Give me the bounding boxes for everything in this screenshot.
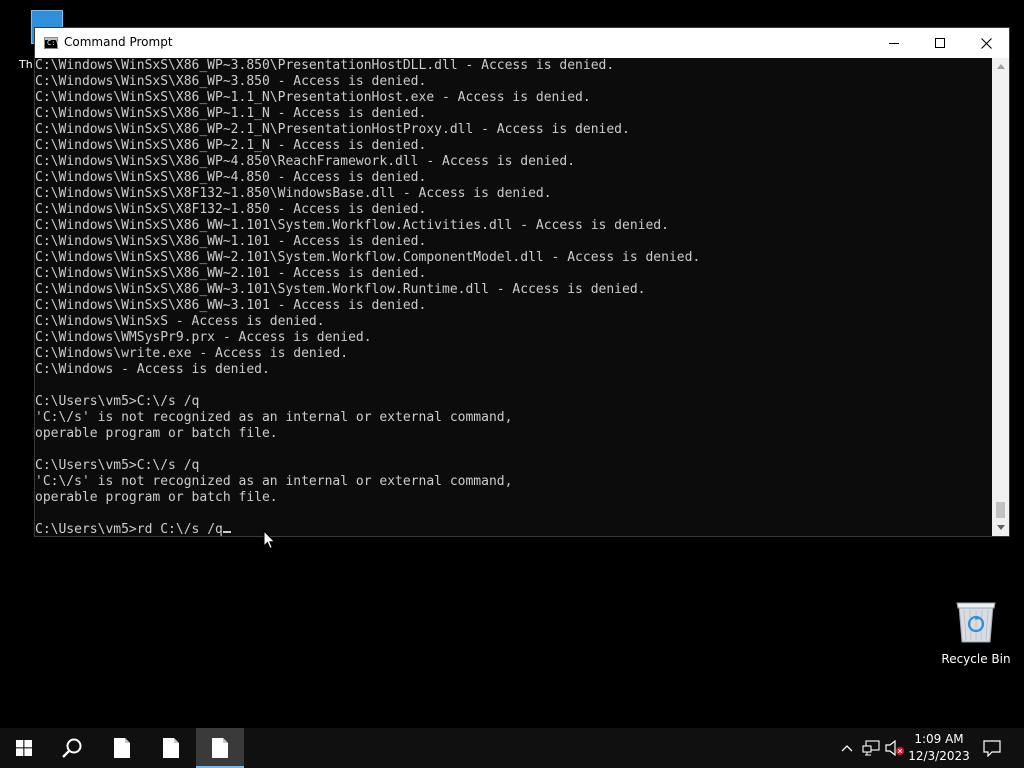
text-caret [222,531,231,533]
volume-button[interactable] [884,728,906,768]
taskbar-app-1[interactable] [98,728,146,768]
console-line: C:\Windows\WinSxS\X86_WP~4.850\ReachFram… [35,154,576,169]
console-line: C:\Windows\WinSxS\X86_WW~1.101 - Access … [35,234,427,249]
console-line: C:\Windows\WinSxS\X86_WP~3.850\Presentat… [35,58,615,73]
command-prompt-window[interactable]: C:\ Command Prompt C:\Windows\WinSxS\X86… [34,27,1010,537]
recycle-bin-label: Recycle Bin [941,652,1011,666]
console-line: C:\Windows\WinSxS\X86_WP~3.850 - Access … [35,74,427,89]
cmd-app-icon: C:\ [44,37,60,49]
clock-time: 1:09 AM [914,732,964,746]
prompt-text: C:\Users\vm5> [35,522,137,536]
maximize-button[interactable] [917,28,963,58]
file-icon [212,738,228,758]
console-line: C:\Windows\WinSxS\X86_WW~2.101\System.Wo… [35,250,701,265]
network-button[interactable] [860,728,882,768]
console-line: C:\Windows\WinSxS\X86_WP~2.1_N\Presentat… [35,122,630,137]
search-button[interactable] [48,728,96,768]
console-line: C:\Windows - Access is denied. [35,362,270,377]
console-line: C:\Windows\WinSxS\X86_WW~3.101\System.Wo… [35,282,646,297]
taskbar-app-command-prompt[interactable] [196,728,244,768]
action-center-button[interactable] [974,728,1010,768]
title-bar[interactable]: C:\ Command Prompt [35,28,1009,58]
console-line: C:\Windows\write.exe - Access is denied. [35,346,349,361]
notification-icon [983,739,1001,757]
maximize-icon [935,38,945,48]
recycle-bin[interactable]: Recycle Bin [938,600,1014,666]
show-hidden-icons-button[interactable] [838,728,856,768]
windows-logo-icon [16,740,32,756]
window-title: Command Prompt [64,35,173,49]
console-line: C:\Windows\WinSxS\X86_WP~2.1_N - Access … [35,138,427,153]
console-line: 'C:\/s' is not recognized as an internal… [35,410,513,425]
file-icon [163,738,179,758]
console-line: C:\Windows\WinSxS\X86_WW~2.101 - Access … [35,266,427,281]
command-input[interactable]: rd C:\/s /q [137,522,223,536]
console-output[interactable]: C:\Windows\WinSxS\X86_WP~3.850\Presentat… [35,58,993,536]
console-text: C:\Windows\WinSxS\X86_WP~3.850\Presentat… [35,58,700,536]
console-line: C:\Windows\WinSxS\X8F132~1.850\WindowsBa… [35,186,552,201]
console-line: 'C:\/s' is not recognized as an internal… [35,474,513,489]
console-line: operable program or batch file. [35,426,278,441]
taskbar: 1:09 AM 12/3/2023 [0,728,1024,768]
chevron-up-icon [996,64,1005,69]
scrollbar-thumb[interactable] [996,502,1005,518]
console-line: C:\Users\vm5>C:\/s /q [35,394,200,409]
taskbar-clock[interactable]: 1:09 AM 12/3/2023 [906,731,972,765]
close-button[interactable] [963,28,1009,58]
volume-muted-icon [885,740,904,756]
scroll-up-button[interactable] [992,58,1009,75]
clock-date: 12/3/2023 [908,749,970,763]
console-line: C:\Windows\WinSxS\X8F132~1.850 - Access … [35,202,427,217]
console-history: C:\Windows\WinSxS\X86_WP~3.850\Presentat… [35,58,700,505]
file-icon [114,738,130,758]
console-line: C:\Windows\WinSxS\X86_WW~1.101\System.Wo… [35,218,669,233]
recycle-bin-icon [956,602,996,643]
chevron-down-icon [996,525,1005,530]
mouse-pointer-icon [263,530,276,550]
console-line: C:\Windows\WinSxS\X86_WP~1.1_N\Presentat… [35,90,591,105]
console-line: C:\Windows\WinSxS\X86_WP~4.850 - Access … [35,170,427,185]
console-line: C:\Windows\WMSysPr9.prx - Access is deni… [35,330,372,345]
search-icon [62,738,82,758]
console-line: operable program or batch file. [35,490,278,505]
desktop-icon-label: Th [19,58,33,71]
console-line: C:\Windows\WinSxS\X86_WW~3.101 - Access … [35,298,427,313]
start-button[interactable] [0,728,48,768]
minimize-icon [889,43,899,44]
vertical-scrollbar[interactable] [992,58,1009,536]
console-line: C:\Windows\WinSxS\X86_WP~1.1_N - Access … [35,106,427,121]
chevron-up-icon [841,745,853,752]
network-icon [862,740,880,756]
scroll-down-button[interactable] [992,519,1009,536]
console-line: C:\Users\vm5>C:\/s /q [35,458,200,473]
close-icon [980,37,992,49]
taskbar-app-2[interactable] [147,728,195,768]
minimize-button[interactable] [871,28,917,58]
console-line: C:\Windows\WinSxS - Access is denied. [35,314,325,329]
